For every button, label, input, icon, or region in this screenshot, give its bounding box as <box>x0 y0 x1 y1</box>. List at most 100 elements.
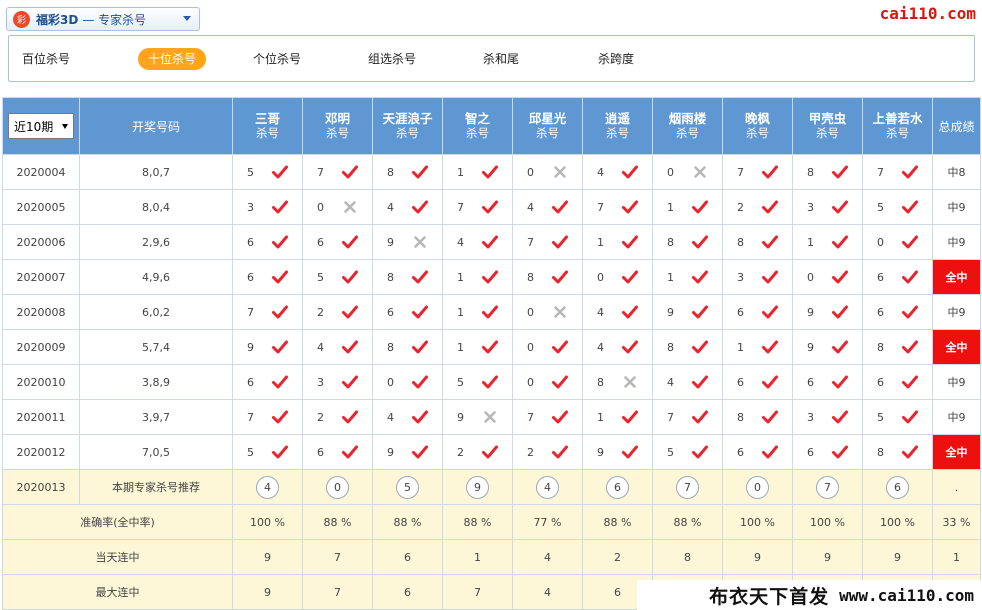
kill-pick-cell: 1 <box>792 224 863 260</box>
lottery-type-dropdown[interactable]: 彩 福彩3D — 专家杀号 <box>6 7 200 31</box>
check-icon <box>762 235 778 249</box>
kill-pick-cell: 1 <box>442 294 513 330</box>
total-header: 总成绩 <box>932 97 981 155</box>
kill-number: 8 <box>807 165 814 179</box>
tab-sum-tail[interactable]: 杀和尾 <box>483 48 519 70</box>
kill-pick-cell: 2 <box>722 189 793 225</box>
tab-units[interactable]: 个位杀号 <box>253 48 301 70</box>
cross-icon <box>624 376 636 388</box>
chevron-down-icon <box>62 124 68 129</box>
kill-number: 4 <box>597 165 604 179</box>
stat-value: 6 <box>372 539 443 575</box>
expert-header[interactable]: 智之 杀号 <box>442 97 513 155</box>
stat-value: 100 % <box>232 504 303 540</box>
kill-number: 4 <box>317 340 324 354</box>
check-icon <box>272 410 288 424</box>
check-icon <box>902 340 918 354</box>
expert-header[interactable]: 甲壳虫 杀号 <box>792 97 863 155</box>
kill-number: 9 <box>807 305 814 319</box>
recommend-cell: 6 <box>862 469 933 505</box>
expert-header[interactable]: 天涯浪子 杀号 <box>372 97 443 155</box>
kill-pick-cell: 0 <box>582 259 653 295</box>
kill-pick-cell: 6 <box>722 294 793 330</box>
check-icon <box>902 445 918 459</box>
kill-pick-cell: 4 <box>582 329 653 365</box>
tab-tens[interactable]: 十位杀号 <box>138 48 207 70</box>
kill-number: 9 <box>597 445 604 459</box>
check-icon <box>482 340 498 354</box>
kill-number: 3 <box>807 410 814 424</box>
kill-number: 4 <box>667 375 674 389</box>
check-icon <box>762 165 778 179</box>
kill-pick-cell: 2 <box>442 434 513 470</box>
kill-pick-cell: 5 <box>442 364 513 400</box>
expert-header[interactable]: 三哥 杀号 <box>232 97 303 155</box>
cross-icon <box>554 306 566 318</box>
issue-cell: 2020008 <box>2 294 80 330</box>
recommend-ball: 5 <box>396 475 419 499</box>
check-icon <box>832 410 848 424</box>
kill-number: 4 <box>387 410 394 424</box>
stat-value: 7 <box>302 539 373 575</box>
kill-pick-cell: 0 <box>862 224 933 260</box>
check-icon <box>552 235 568 249</box>
expert-header[interactable]: 邱星光 杀号 <box>512 97 583 155</box>
recommend-cell: 9 <box>442 469 513 505</box>
kill-pick-cell: 4 <box>652 364 723 400</box>
kill-number: 7 <box>737 165 744 179</box>
check-icon <box>762 200 778 214</box>
check-icon <box>622 165 638 179</box>
expert-header[interactable]: 逍遥 杀号 <box>582 97 653 155</box>
total-result-cell: 全中 <box>932 329 981 365</box>
kill-pick-cell: 4 <box>372 399 443 435</box>
kill-number: 1 <box>667 270 674 284</box>
kill-number: 6 <box>247 270 254 284</box>
expert-header[interactable]: 邓明 杀号 <box>302 97 373 155</box>
recommend-cell: 0 <box>722 469 793 505</box>
total-result-cell: 中9 <box>932 294 981 330</box>
stat-value: 88 % <box>442 504 513 540</box>
kill-pick-cell: 5 <box>862 189 933 225</box>
kill-number: 6 <box>807 375 814 389</box>
kill-pick-cell: 4 <box>512 189 583 225</box>
kill-pick-cell: 6 <box>792 364 863 400</box>
kill-number: 0 <box>527 165 534 179</box>
draw-number-cell: 7,0,5 <box>79 434 233 470</box>
tab-span[interactable]: 杀跨度 <box>598 48 634 70</box>
check-icon <box>272 270 288 284</box>
period-select[interactable]: 近10期 <box>8 113 74 139</box>
kill-pick-cell: 6 <box>862 294 933 330</box>
check-icon <box>342 165 358 179</box>
expert-header[interactable]: 上善若水 杀号 <box>862 97 933 155</box>
kill-pick-cell: 4 <box>442 224 513 260</box>
kill-number: 8 <box>387 340 394 354</box>
kill-pick-cell: 6 <box>792 434 863 470</box>
watermark: 布衣天下首发 www.cai110.com <box>637 580 982 610</box>
kill-number: 1 <box>457 340 464 354</box>
check-icon <box>272 340 288 354</box>
check-icon <box>762 445 778 459</box>
kill-pick-cell: 7 <box>862 154 933 190</box>
expert-header[interactable]: 烟雨楼 杀号 <box>652 97 723 155</box>
kill-pick-cell: 8 <box>372 329 443 365</box>
expert-header[interactable]: 晚枫 杀号 <box>722 97 793 155</box>
kill-pick-cell: 3 <box>722 259 793 295</box>
check-icon <box>832 445 848 459</box>
check-icon <box>482 375 498 389</box>
kill-pick-cell: 0 <box>512 154 583 190</box>
kill-pick-cell: 2 <box>302 294 373 330</box>
brand-logo[interactable]: cai110.com <box>880 4 976 23</box>
recommend-cell: 7 <box>652 469 723 505</box>
draw-number-cell: 3,9,7 <box>79 399 233 435</box>
check-icon <box>832 305 848 319</box>
check-icon <box>622 445 638 459</box>
tab-group[interactable]: 组选杀号 <box>368 48 416 70</box>
kill-number: 7 <box>317 165 324 179</box>
draw-number-cell: 8,0,4 <box>79 189 233 225</box>
kill-pick-cell: 7 <box>582 189 653 225</box>
check-icon <box>762 270 778 284</box>
kill-number: 8 <box>737 235 744 249</box>
recommend-cell: 0 <box>302 469 373 505</box>
tab-hundreds[interactable]: 百位杀号 <box>22 48 70 70</box>
top-bar: 彩 福彩3D — 专家杀号 cai110.com 百位杀号 十位杀号 个位杀号 组… <box>0 0 982 92</box>
